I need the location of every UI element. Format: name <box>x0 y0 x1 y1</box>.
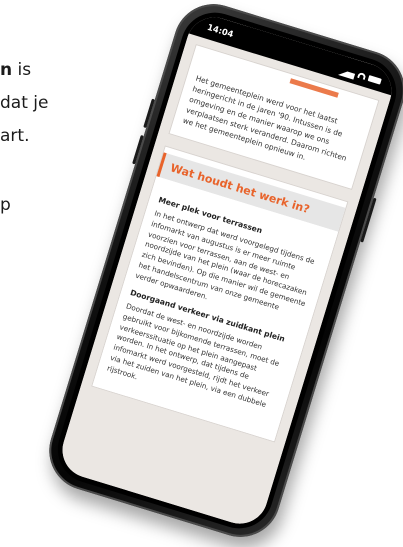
wifi-icon <box>357 71 367 80</box>
battery-icon <box>367 75 382 85</box>
orange-heading-fragment <box>289 78 339 98</box>
volume-button <box>132 134 144 165</box>
scene: n is dat je art. p 14:04 Het gemeenteple… <box>0 0 403 547</box>
phone-container: 14:04 Het gemeenteplein werd voor het la… <box>0 0 403 547</box>
section-box: Wat houdt het werk in? Meer plek voor te… <box>91 144 349 443</box>
smartphone: 14:04 Het gemeenteplein werd voor het la… <box>39 0 403 547</box>
article-content[interactable]: Het gemeenteplein werd voor het laatst h… <box>55 33 392 531</box>
phone-screen: 14:04 Het gemeenteplein werd voor het la… <box>55 10 399 531</box>
volume-button <box>143 98 155 129</box>
status-time: 14:04 <box>205 22 235 41</box>
